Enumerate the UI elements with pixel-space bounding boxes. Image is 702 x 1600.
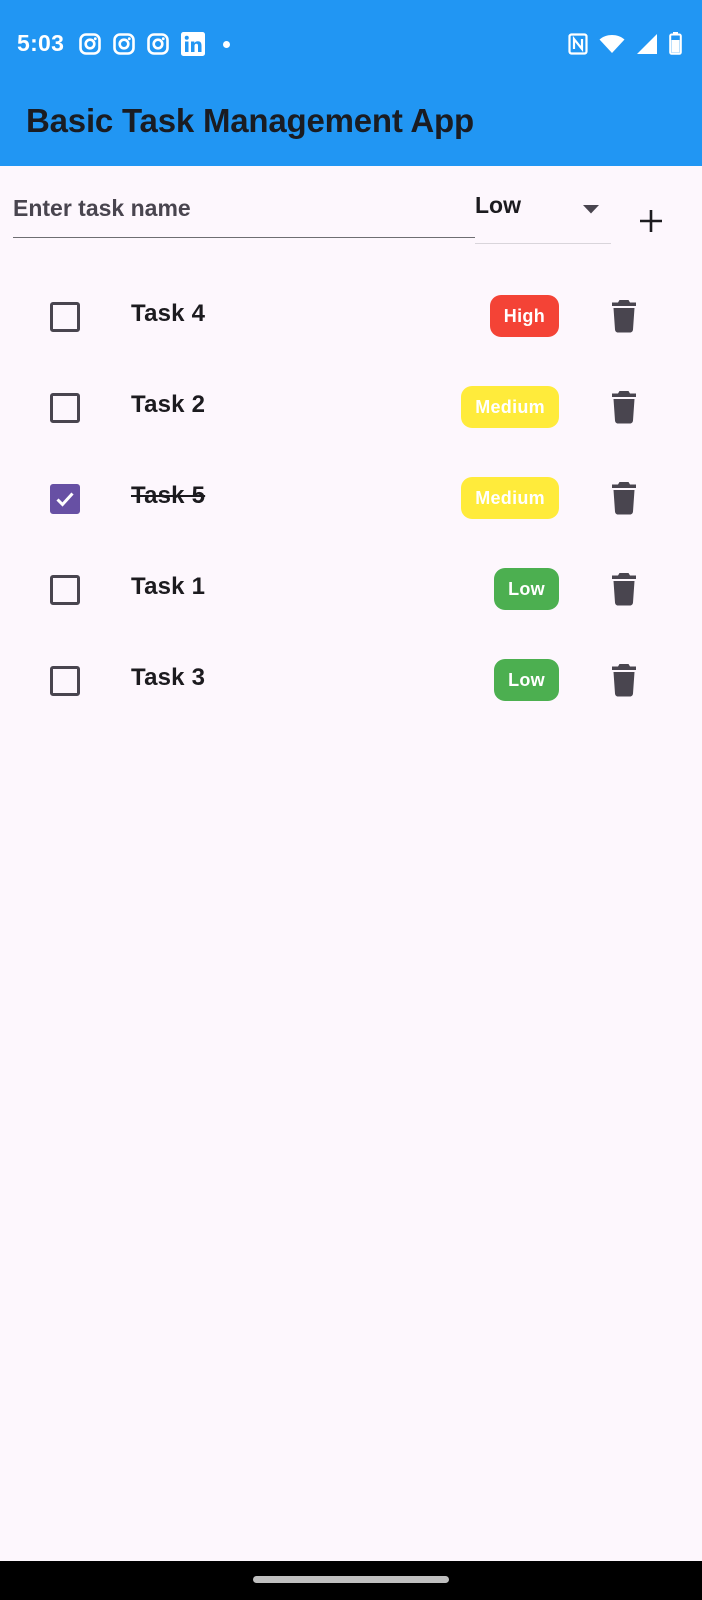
task-checkbox[interactable] bbox=[50, 666, 80, 696]
task-name: Task 1 bbox=[131, 573, 206, 600]
task-row: Task 2 Medium bbox=[0, 361, 702, 452]
notification-dot-icon bbox=[223, 40, 230, 48]
task-checkbox[interactable] bbox=[50, 575, 80, 605]
priority-badge: Low bbox=[494, 568, 559, 610]
trash-icon bbox=[611, 664, 637, 701]
trash-icon bbox=[611, 300, 637, 337]
task-row: Task 5 Medium bbox=[0, 452, 702, 543]
delete-task-button[interactable] bbox=[611, 572, 637, 606]
status-time: 5:03 bbox=[17, 30, 65, 56]
page-title: Basic Task Management App bbox=[26, 102, 474, 139]
task-checkbox[interactable] bbox=[50, 393, 80, 423]
wifi-icon bbox=[599, 34, 625, 54]
new-task-form: Low bbox=[0, 166, 702, 266]
priority-selected-value: Low bbox=[475, 192, 521, 218]
status-bar: 5:03 bbox=[0, 0, 702, 88]
task-row: Task 1 Low bbox=[0, 543, 702, 634]
linkedin-icon bbox=[181, 32, 205, 56]
task-row: Task 4 High bbox=[0, 270, 702, 361]
priority-badge: Low bbox=[494, 659, 559, 701]
plus-icon bbox=[634, 210, 668, 242]
trash-icon bbox=[611, 482, 637, 519]
delete-task-button[interactable] bbox=[611, 299, 637, 333]
task-checkbox-checked[interactable] bbox=[50, 484, 80, 514]
home-gesture-handle[interactable] bbox=[253, 1576, 449, 1583]
instagram-icon bbox=[79, 33, 101, 55]
cellular-signal-icon bbox=[636, 33, 658, 55]
priority-badge: Medium bbox=[461, 477, 559, 519]
instagram-icon bbox=[113, 33, 135, 55]
task-name-input[interactable] bbox=[13, 190, 475, 238]
priority-badge: Medium bbox=[461, 386, 559, 428]
task-name: Task 3 bbox=[131, 664, 206, 691]
priority-badge: High bbox=[489, 295, 559, 337]
task-row: Task 3 Low bbox=[0, 634, 702, 725]
delete-task-button[interactable] bbox=[611, 663, 637, 697]
nfc-icon bbox=[568, 32, 588, 55]
task-checkbox[interactable] bbox=[50, 302, 80, 332]
battery-icon bbox=[669, 32, 682, 55]
instagram-icon bbox=[147, 33, 169, 55]
add-task-button[interactable] bbox=[634, 204, 668, 238]
dropdown-arrow-icon bbox=[583, 201, 599, 219]
task-name: Task 5 bbox=[131, 482, 206, 509]
task-name: Task 4 bbox=[131, 300, 206, 327]
trash-icon bbox=[611, 391, 637, 428]
trash-icon bbox=[611, 573, 637, 610]
delete-task-button[interactable] bbox=[611, 481, 637, 515]
notification-icons bbox=[79, 32, 230, 56]
system-icons bbox=[568, 32, 682, 55]
task-list: Task 4 High Task 2 Medium Task 5 Medium bbox=[0, 270, 702, 725]
delete-task-button[interactable] bbox=[611, 390, 637, 424]
app-bar: Basic Task Management App bbox=[0, 88, 702, 166]
priority-dropdown[interactable]: Low bbox=[475, 190, 611, 244]
system-nav-bar bbox=[0, 1561, 702, 1600]
task-name: Task 2 bbox=[131, 391, 206, 418]
